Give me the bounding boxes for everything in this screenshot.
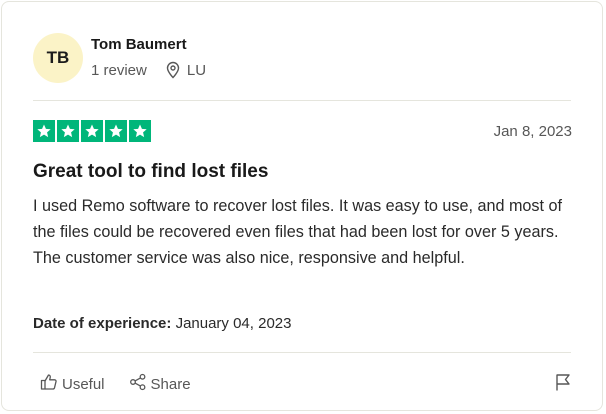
reviewer-meta: 1 review LU xyxy=(91,61,206,79)
avatar[interactable]: TB xyxy=(33,33,83,83)
avatar-initials: TB xyxy=(46,48,70,67)
star-icon xyxy=(105,120,127,142)
star-icon xyxy=(129,120,151,142)
review-count: 1 review xyxy=(91,61,147,79)
star-rating xyxy=(33,120,151,142)
star-icon xyxy=(81,120,103,142)
flag-icon[interactable] xyxy=(553,372,573,392)
useful-button[interactable]: Useful xyxy=(40,373,105,395)
review-body: I used Remo software to recover lost fil… xyxy=(33,197,563,267)
location-pin-icon xyxy=(165,61,181,79)
share-label: Share xyxy=(150,375,191,393)
date-of-experience: Date of experience: January 04, 2023 xyxy=(33,315,291,332)
useful-label: Useful xyxy=(62,375,105,393)
experience-date: January 04, 2023 xyxy=(175,315,292,332)
reviewer-location: LU xyxy=(186,61,207,79)
share-icon xyxy=(129,373,147,395)
divider xyxy=(33,352,571,353)
review-card: TB Tom Baumert 1 review LU Jan 8, 2023 G… xyxy=(1,1,603,411)
thumbs-up-icon xyxy=(40,373,58,395)
star-icon xyxy=(57,120,79,142)
review-title[interactable]: Great tool to find lost files xyxy=(33,161,268,183)
reviewer-name[interactable]: Tom Baumert xyxy=(91,36,187,53)
divider xyxy=(33,100,571,101)
experience-label: Date of experience: xyxy=(33,315,172,332)
share-button[interactable]: Share xyxy=(129,373,191,395)
review-actions: Useful Share xyxy=(40,373,191,395)
review-date: Jan 8, 2023 xyxy=(493,123,572,140)
star-icon xyxy=(33,120,55,142)
